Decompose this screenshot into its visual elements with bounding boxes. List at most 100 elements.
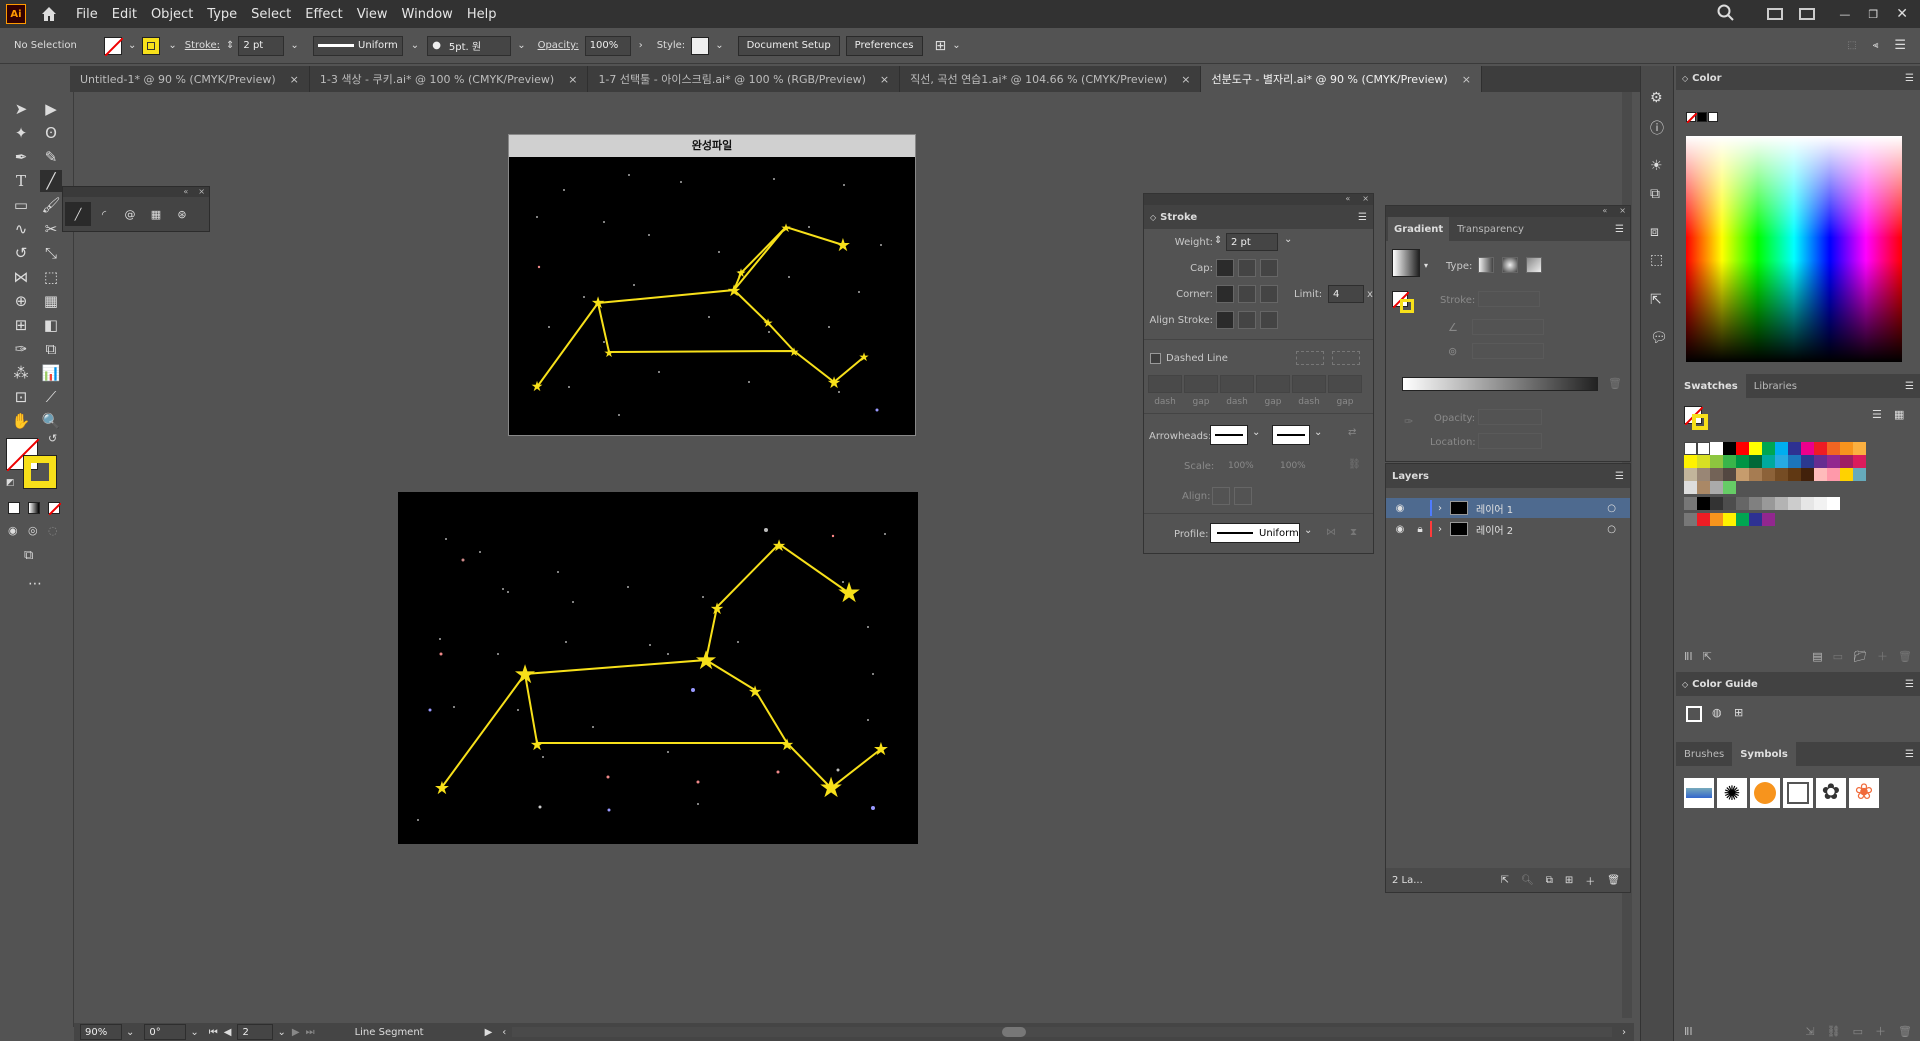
gap-field-1[interactable] <box>1184 375 1218 393</box>
delete-icon[interactable]: 🗑︎ <box>1607 875 1620 886</box>
chevron-down-icon[interactable]: ⌄ <box>190 1027 198 1038</box>
panel-menu-icon[interactable]: ☰ <box>1358 212 1367 223</box>
panel-menu-icon[interactable]: ☰ <box>1905 381 1914 392</box>
round-join-button[interactable] <box>1238 285 1256 303</box>
stroke-gradient-options[interactable] <box>1478 291 1540 307</box>
align-arrow-extend-button[interactable] <box>1212 487 1230 505</box>
color-group-icon[interactable]: 📁︎ <box>1853 650 1867 663</box>
radial-gradient-button[interactable] <box>1502 257 1518 273</box>
flip-along-icon[interactable]: ⋈ <box>1326 527 1336 538</box>
color-spectrum[interactable] <box>1686 136 1902 362</box>
blend-tool-icon[interactable]: ⧉ <box>40 338 62 360</box>
panel-menu-icon[interactable]: ☰ <box>1905 679 1914 690</box>
aspect-ratio-icon[interactable]: ⊚ <box>1448 345 1457 358</box>
delete-swatch-icon[interactable]: 🗑︎ <box>1898 650 1912 663</box>
arc-tool-icon[interactable]: ◜ <box>91 208 117 221</box>
tab-cookie[interactable]: 1-3 색상 - 쿠키.ai* @ 100 % (CMYK/Preview) × <box>310 66 589 92</box>
close-icon[interactable]: × <box>198 187 205 197</box>
status-menu-icon[interactable]: ▶ <box>485 1027 493 1038</box>
direct-selection-tool-icon[interactable]: ▶ <box>40 98 62 120</box>
opacity-field[interactable]: 100% <box>584 35 631 56</box>
align-icon[interactable]: ⫷ <box>1873 40 1879 51</box>
free-transform-tool-icon[interactable]: ⬚ <box>40 266 62 288</box>
gradient-mode-icon[interactable] <box>28 502 40 514</box>
symbol-options-icon[interactable]: ▭ <box>1853 1025 1863 1038</box>
home-icon[interactable] <box>34 0 64 28</box>
close-icon[interactable]: × <box>1181 73 1190 86</box>
visibility-icon[interactable]: ◉ <box>1390 503 1410 514</box>
arrange-documents-icon[interactable] <box>1767 8 1784 20</box>
swatch-stroke-indicator[interactable] <box>1692 414 1708 430</box>
curvature-tool-icon[interactable]: ✎ <box>40 146 62 168</box>
zoom-field[interactable]: 90% <box>80 1024 122 1040</box>
spiral-tool-icon[interactable]: @ <box>117 208 143 221</box>
preferences-button[interactable]: Preferences <box>845 35 923 56</box>
stroke-stepper-icon[interactable]: ⇕ <box>226 40 234 51</box>
align-arrow-place-button[interactable] <box>1234 487 1252 505</box>
butt-cap-button[interactable] <box>1216 259 1234 277</box>
show-kinds-icon[interactable]: ▤ <box>1812 650 1822 663</box>
slice-tool-icon[interactable]: ⟋ <box>40 386 62 408</box>
hand-tool-icon[interactable]: ✋ <box>10 410 32 432</box>
color-white-chip[interactable] <box>1708 112 1718 122</box>
appearance-icon[interactable]: ☀ <box>1650 158 1663 174</box>
next-artboard-icon[interactable]: ▶ <box>292 1027 300 1038</box>
gradient-location-field[interactable] <box>1478 433 1542 449</box>
line-segment-tool-icon[interactable]: ╱ <box>40 170 62 192</box>
export-icon[interactable]: ⇱ <box>1501 875 1509 886</box>
column-graph-tool-icon[interactable]: 📊 <box>40 362 62 384</box>
dash-align-icon[interactable] <box>1332 351 1360 365</box>
chevron-down-icon[interactable]: ⌄ <box>1314 427 1322 438</box>
gradient-opacity-field[interactable] <box>1478 409 1542 425</box>
draw-normal-icon[interactable]: ◉ <box>8 524 18 537</box>
angle-field[interactable] <box>1472 319 1544 335</box>
grid-view-icon[interactable]: ▦ <box>1894 408 1904 421</box>
menu-help[interactable]: Help <box>467 7 497 22</box>
chevron-down-icon[interactable]: ⌄ <box>1284 234 1292 245</box>
color-mode-icon[interactable] <box>8 502 20 514</box>
artboard-tool-icon[interactable]: ⊡ <box>10 386 32 408</box>
dash-preserve-icon[interactable] <box>1296 351 1324 365</box>
chevron-right-icon[interactable]: › <box>639 40 643 51</box>
link-scale-icon[interactable]: ⛓ <box>1348 459 1361 470</box>
scale-start-value[interactable]: 100% <box>1228 461 1254 471</box>
stroke-swatch[interactable] <box>142 36 161 55</box>
screen-mode-icon[interactable]: ⧉ <box>24 548 33 563</box>
rectangle-tool-icon[interactable]: ▭ <box>10 194 32 216</box>
draw-behind-icon[interactable]: ◎ <box>28 524 38 537</box>
close-icon[interactable]: × <box>290 73 299 86</box>
locate-object-icon[interactable]: 🔍︎ <box>1521 875 1534 886</box>
perspective-grid-tool-icon[interactable]: ▦ <box>40 290 62 312</box>
menu-effect[interactable]: Effect <box>305 7 342 22</box>
new-layer-icon[interactable]: ＋ <box>1585 873 1595 888</box>
dash-field-1[interactable] <box>1148 375 1182 393</box>
chevron-down-icon[interactable]: ⌄ <box>168 40 176 51</box>
none-mode-icon[interactable] <box>48 502 62 516</box>
style-swatch[interactable] <box>691 36 710 55</box>
workspace-icon[interactable] <box>1799 8 1816 20</box>
zoom-tool-icon[interactable]: 🔍 <box>40 410 62 432</box>
polar-grid-tool-icon[interactable]: ⊛ <box>169 208 195 221</box>
list-view-icon[interactable]: ☰ <box>1872 408 1882 421</box>
dashed-line-checkbox[interactable] <box>1150 353 1161 364</box>
harmony-rules-icon[interactable]: ◍ <box>1712 706 1722 719</box>
delete-symbol-icon[interactable]: 🗑︎ <box>1898 1025 1912 1038</box>
panel-toggle-icon[interactable]: ◇ <box>1682 680 1688 689</box>
arrange-icon[interactable]: ⊞ <box>935 38 947 54</box>
bevel-join-button[interactable] <box>1260 285 1278 303</box>
collapse-icon[interactable]: « <box>183 187 188 197</box>
edit-colors-icon[interactable]: ⊞ <box>1734 706 1743 719</box>
swatch-libraries-icon[interactable]: ⅡⅠ <box>1684 650 1693 663</box>
menu-type[interactable]: Type <box>207 7 237 22</box>
shape-builder-tool-icon[interactable]: ⊕ <box>10 290 32 312</box>
angle-icon[interactable]: ∠ <box>1448 321 1458 334</box>
chevron-down-icon[interactable]: ⌄ <box>128 40 136 51</box>
artboard-number-field[interactable]: 2 <box>237 1024 274 1040</box>
chevron-down-icon[interactable]: ⌄ <box>715 40 723 51</box>
panel-menu-icon[interactable]: ☰ <box>1615 224 1624 235</box>
layer-name[interactable]: 레이어 2 <box>1476 522 1513 537</box>
flip-across-icon[interactable]: ⧗ <box>1350 527 1357 538</box>
tab-line-practice[interactable]: 직선, 곡선 연습1.ai* @ 104.66 % (CMYK/Preview)… <box>900 66 1202 92</box>
panel-toggle-icon[interactable]: ◇ <box>1682 74 1688 83</box>
tab-untitled[interactable]: Untitled-1* @ 90 % (CMYK/Preview) × <box>70 66 310 92</box>
